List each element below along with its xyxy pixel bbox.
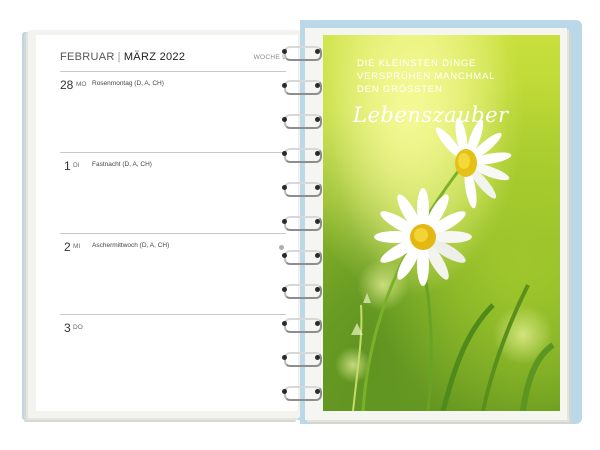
month-current: MÄRZ 2022	[123, 51, 186, 63]
day-number: 2	[64, 240, 71, 254]
day-weekday: DI	[73, 162, 80, 169]
page-header: FEBRUAR | MÄRZ 2022 WOCHE 9	[60, 51, 286, 71]
quote-text: DIE KLEINSTEN DINGE VERSPRÜHEN MANCHMAL …	[357, 57, 547, 96]
day-entry[interactable]: 3 DO	[60, 314, 286, 335]
day-entry[interactable]: 28 MO Rosenmontag (D, A, CH)	[60, 71, 286, 92]
day-number: 1	[64, 159, 71, 173]
day-entry[interactable]: 1 DI Fastnacht (D, A, CH)	[60, 152, 286, 173]
day-entry[interactable]: 2 MI Aschermittwoch (D, A, CH)	[60, 233, 286, 254]
day-holiday: Aschermittwoch (D, A, CH)	[92, 242, 170, 249]
planner-spread: FEBRUAR | MÄRZ 2022 WOCHE 9 28 MO Rosenmon…	[0, 0, 600, 450]
month-prev: FEBRUAR	[60, 51, 115, 63]
photo-page: DIE KLEINSTEN DINGE VERSPRÜHEN MANCHMAL …	[323, 35, 560, 411]
day-weekday: MI	[73, 243, 81, 250]
month-separator: |	[117, 51, 121, 63]
quote-line: DEN GRÖSSTEN	[357, 84, 443, 95]
month-title: FEBRUAR | MÄRZ 2022	[60, 51, 185, 63]
day-weekday: DO	[73, 324, 83, 331]
day-holiday: Fastnacht (D, A, CH)	[92, 161, 152, 168]
day-weekday: MO	[76, 81, 87, 88]
day-number: 3	[64, 321, 71, 335]
quote-script-word: Lebenszauber	[353, 103, 509, 127]
day-holiday: Rosenmontag (D, A, CH)	[92, 80, 164, 87]
diary-page: FEBRUAR | MÄRZ 2022 WOCHE 9 28 MO Rosenmon…	[36, 35, 299, 411]
spiral-binding-icon	[282, 40, 322, 410]
day-number: 28	[60, 78, 74, 92]
quote-line: VERSPRÜHEN MANCHMAL	[357, 71, 496, 82]
quote-line: DIE KLEINSTEN DINGE	[357, 58, 477, 69]
